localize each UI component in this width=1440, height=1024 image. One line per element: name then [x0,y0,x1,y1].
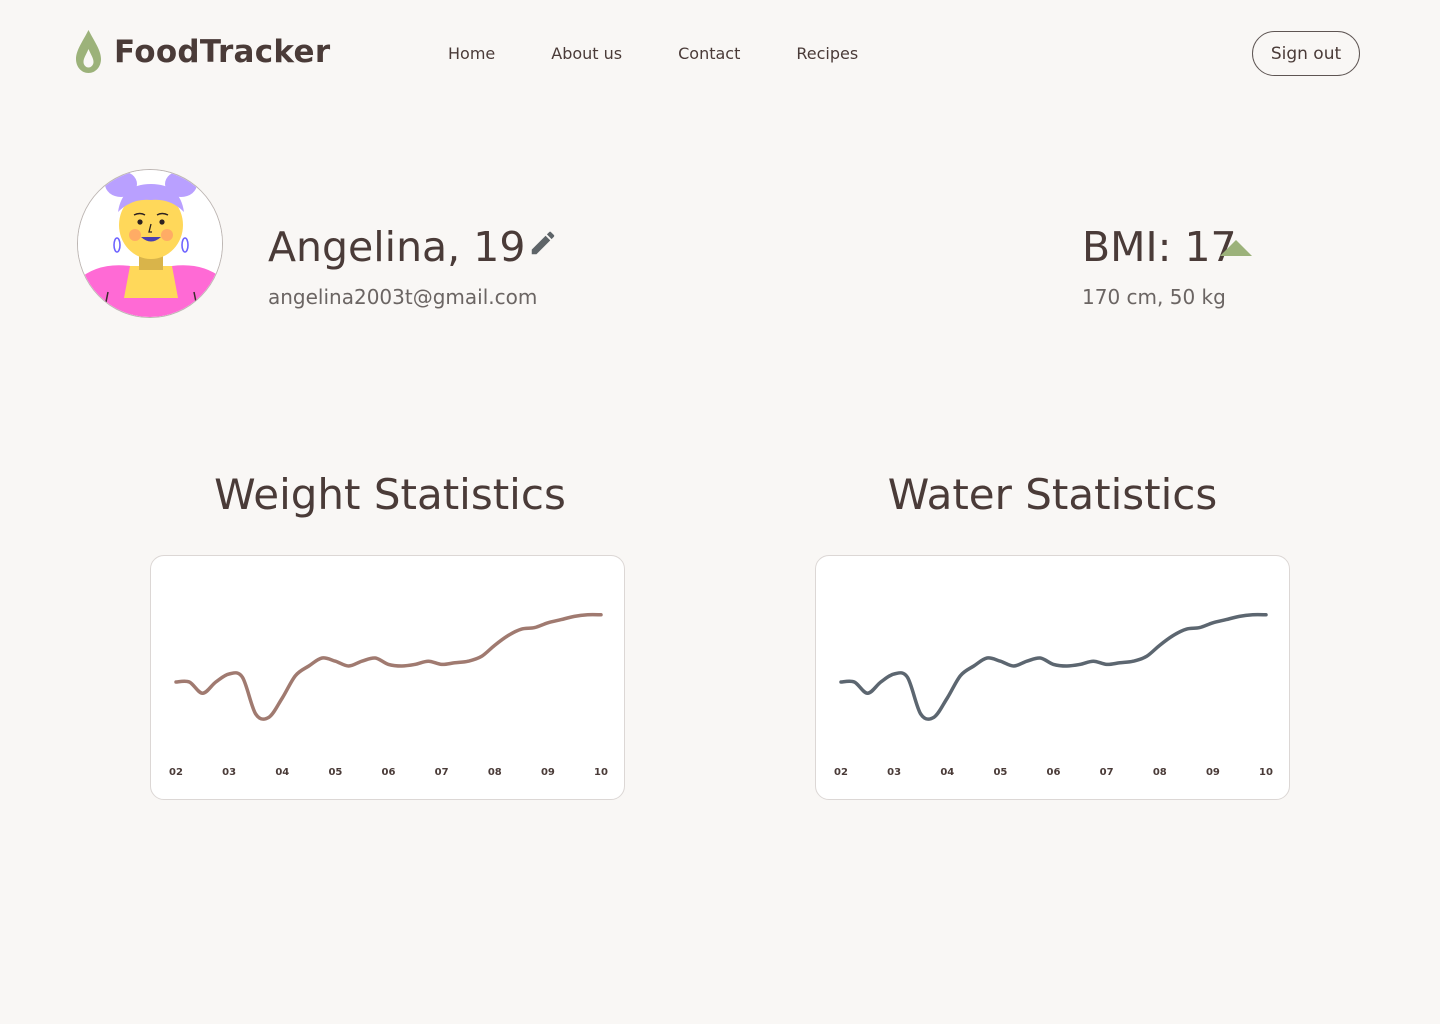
body-measurements: 170 cm, 50 kg [1082,285,1226,309]
top-navbar: FoodTracker Home About us Contact Recipe… [0,0,1440,110]
x-tick-label: 05 [328,767,342,778]
x-tick-label: 03 [222,767,236,778]
x-tick-label: 07 [1100,767,1114,778]
main-nav: Home About us Contact Recipes [448,44,858,63]
weight-chart-card: 02 03 04 05 06 07 08 09 10 [150,555,625,800]
x-tick-label: 09 [1206,767,1220,778]
avatar-illustration [78,170,222,317]
sign-out-button[interactable]: Sign out [1252,31,1360,76]
water-statistics-title: Water Statistics [887,470,1218,519]
profile-name: Angelina, 19 [268,223,526,271]
brand-name: FoodTracker [114,33,331,70]
avatar[interactable] [77,169,223,318]
water-chart: 02 03 04 05 06 07 08 09 10 [834,612,1273,778]
x-tick-label: 08 [488,767,502,778]
bmi-value: BMI: 17 [1082,223,1237,271]
x-tick-label: 05 [993,767,1007,778]
nav-home[interactable]: Home [448,44,495,63]
x-tick-label: 10 [594,767,608,778]
triangle-up-icon [1220,240,1252,256]
x-tick-label: 09 [541,767,555,778]
leaf-drop-icon [76,30,101,73]
x-tick-label: 03 [887,767,901,778]
x-tick-label: 06 [1047,767,1061,778]
x-tick-label: 06 [382,767,396,778]
x-tick-label: 04 [940,767,954,778]
x-tick-label: 07 [435,767,449,778]
series-line [174,612,603,721]
profile-email: angelina2003t@gmail.com [268,285,538,309]
x-tick-label: 02 [169,767,183,778]
x-tick-label: 10 [1259,767,1273,778]
water-chart-card: 02 03 04 05 06 07 08 09 10 [815,555,1290,800]
nav-about-us[interactable]: About us [551,44,622,63]
series-line [839,612,1268,721]
x-tick-label: 04 [275,767,289,778]
logo[interactable]: FoodTracker [75,29,330,74]
weight-chart: 02 03 04 05 06 07 08 09 10 [169,612,608,778]
nav-contact[interactable]: Contact [678,44,740,63]
x-tick-label: 08 [1153,767,1167,778]
nav-recipes[interactable]: Recipes [796,44,858,63]
weight-statistics-title: Weight Statistics [214,470,566,519]
x-tick-label: 02 [834,767,848,778]
pencil-icon[interactable] [528,228,558,258]
